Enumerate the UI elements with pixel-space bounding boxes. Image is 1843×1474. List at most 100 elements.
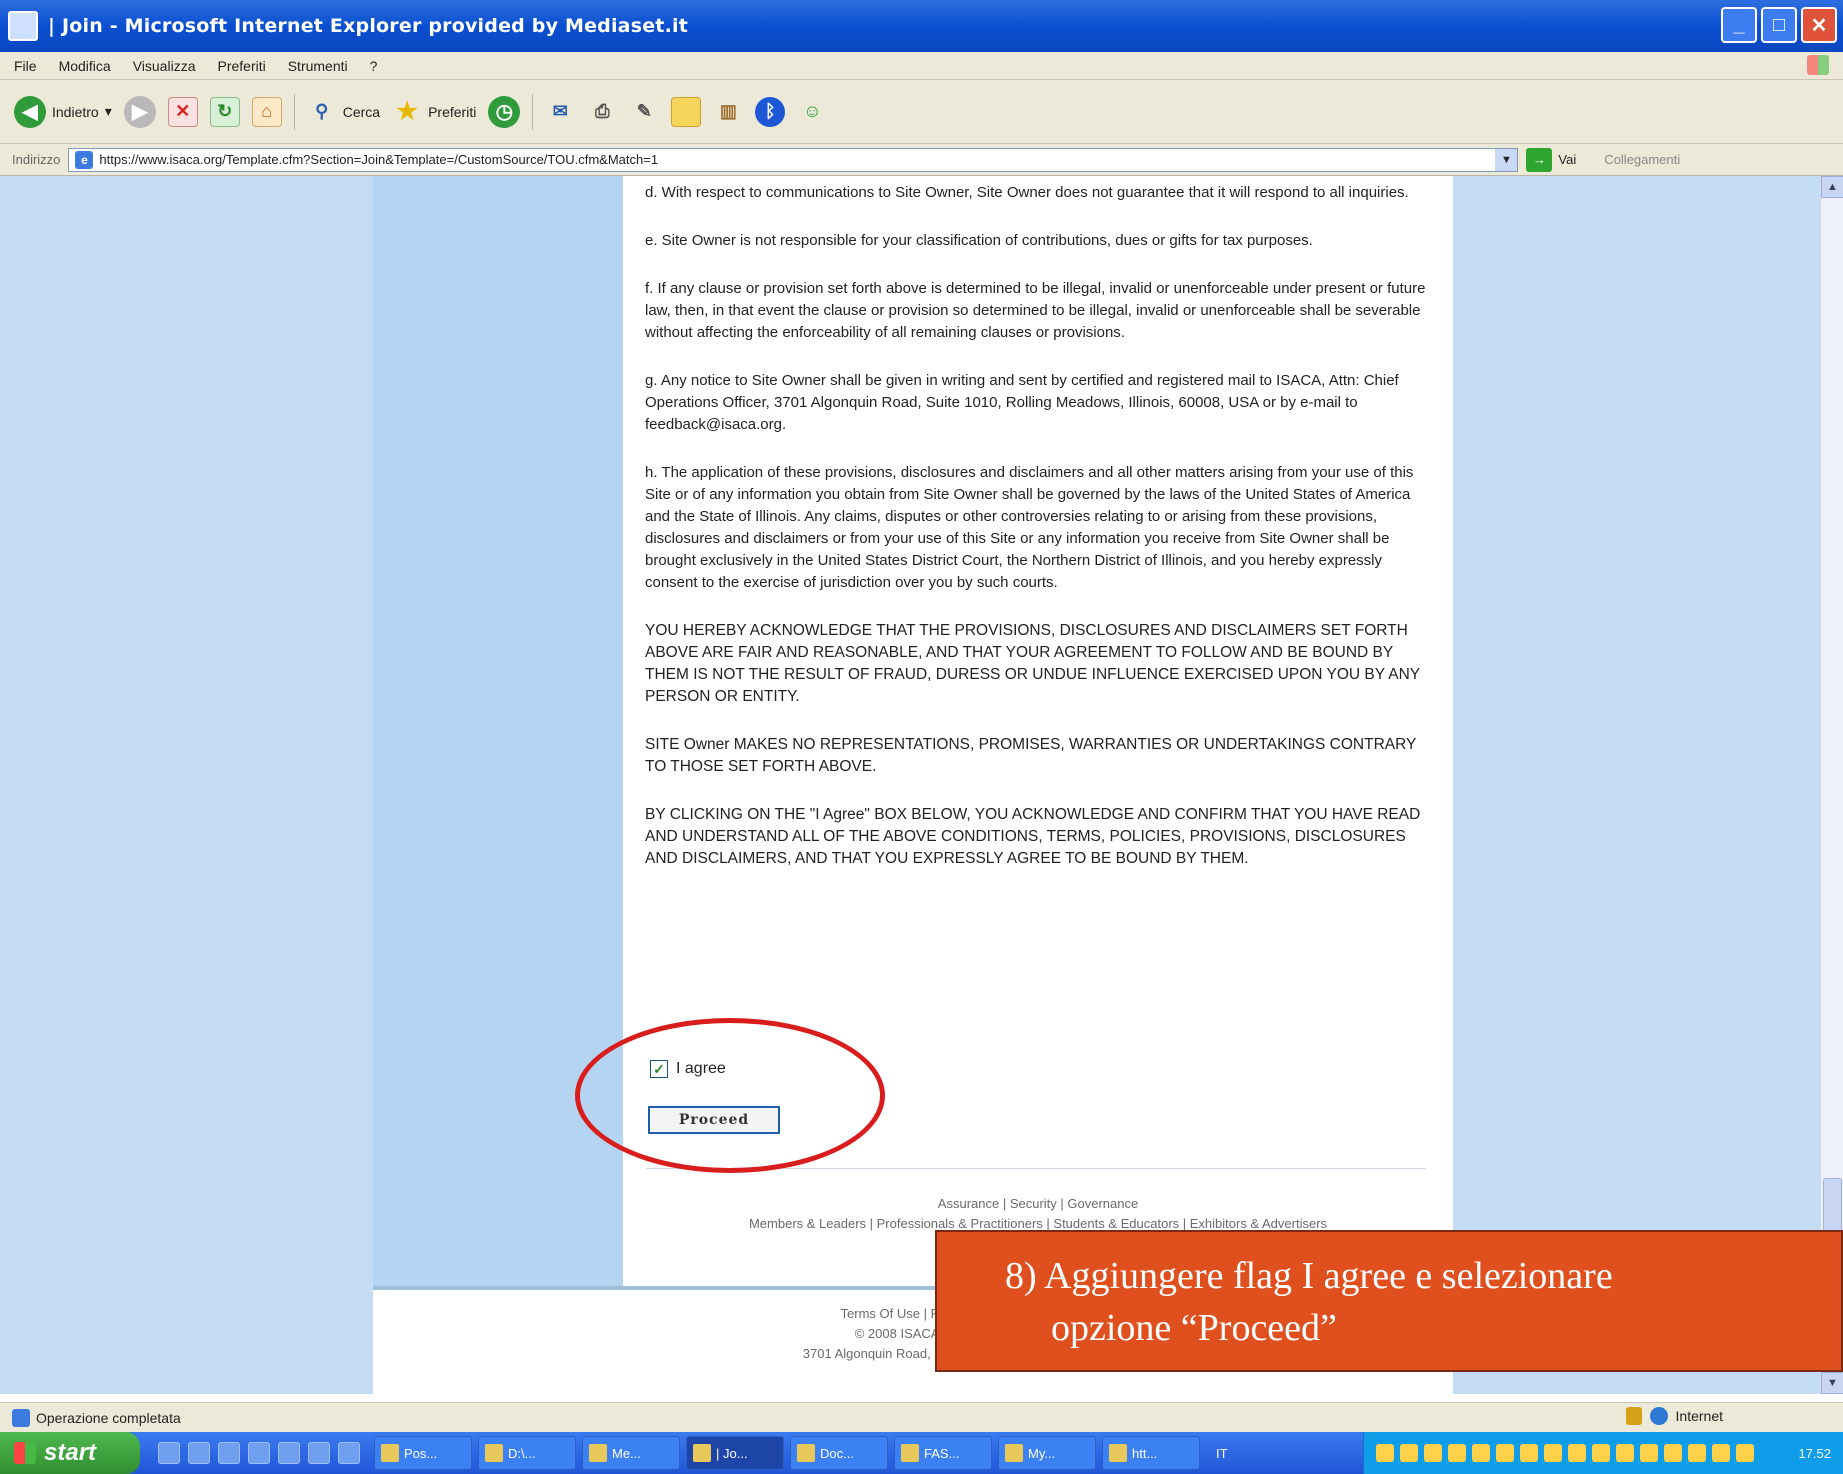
- toolbar-separator: [532, 93, 534, 130]
- quick-launch-icon[interactable]: [278, 1442, 300, 1464]
- ie-app-icon: [8, 11, 38, 41]
- address-bar: Indirizzo e https://www.isaca.org/Templa…: [0, 144, 1843, 176]
- menu-strumenti[interactable]: Strumenti: [288, 58, 348, 74]
- tray-icon[interactable]: [1496, 1444, 1514, 1462]
- tray-icon[interactable]: [1520, 1444, 1538, 1462]
- ie-icon: [1109, 1444, 1127, 1462]
- task-label: Me...: [612, 1445, 641, 1461]
- taskbar-button[interactable]: My...: [998, 1436, 1096, 1470]
- taskbar-button-active[interactable]: | Jo...: [686, 1436, 784, 1470]
- taskbar-button[interactable]: htt...: [1102, 1436, 1200, 1470]
- instruction-callout: 8) Aggiungere flag I agree e selezionare…: [935, 1230, 1843, 1372]
- tray-icon[interactable]: [1424, 1444, 1442, 1462]
- close-button[interactable]: ✕: [1801, 7, 1837, 43]
- task-label: Pos...: [404, 1445, 438, 1461]
- taskbar-button[interactable]: Doc...: [790, 1436, 888, 1470]
- status-text: Operazione completata: [36, 1409, 181, 1426]
- bluetooth-icon[interactable]: ᛒ: [755, 96, 786, 127]
- mail-icon[interactable]: ✉: [545, 97, 575, 127]
- tray-icon[interactable]: [1664, 1444, 1682, 1462]
- back-button[interactable]: ◀ Indietro ▾: [14, 95, 112, 128]
- tray-icon[interactable]: [1400, 1444, 1418, 1462]
- search-button[interactable]: ⚲ Cerca: [307, 97, 380, 127]
- tray-icon[interactable]: [1640, 1444, 1658, 1462]
- quick-launch-icon[interactable]: [308, 1442, 330, 1464]
- tray-icon[interactable]: [1616, 1444, 1634, 1462]
- messenger-icon[interactable]: ☺: [797, 97, 827, 127]
- address-input[interactable]: e https://www.isaca.org/Template.cfm?Sec…: [68, 147, 1519, 172]
- menu-preferiti[interactable]: Preferiti: [217, 58, 265, 74]
- zone-label: Internet: [1675, 1408, 1723, 1424]
- stop-icon[interactable]: ✕: [167, 96, 198, 127]
- home-icon[interactable]: ⌂: [251, 96, 282, 127]
- clock[interactable]: 17.52: [1798, 1446, 1831, 1461]
- task-label: FAS...: [924, 1445, 960, 1461]
- lock-icon: [1625, 1407, 1642, 1425]
- refresh-icon[interactable]: ↻: [209, 96, 240, 127]
- taskbar-button[interactable]: D:\...: [478, 1436, 576, 1470]
- windows-logo-icon: [1807, 55, 1829, 75]
- tray-icon[interactable]: [1376, 1444, 1394, 1462]
- quick-launch-icon[interactable]: [338, 1442, 360, 1464]
- term-e: e. Site Owner is not responsible for you…: [645, 232, 1313, 249]
- tray-icon[interactable]: [1568, 1444, 1586, 1462]
- app-icon: [381, 1444, 399, 1462]
- taskbar-button[interactable]: FAS...: [894, 1436, 992, 1470]
- term-acknowledge: YOU HEREBY ACKNOWLEDGE THAT THE PROVISIO…: [645, 622, 1420, 705]
- scroll-up-icon[interactable]: ▲: [1821, 176, 1843, 198]
- term-g: g. Any notice to Site Owner shall be giv…: [645, 372, 1399, 433]
- quick-launch-icon[interactable]: [248, 1442, 270, 1464]
- go-label: Vai: [1558, 152, 1577, 167]
- favorites-button[interactable]: ★ Preferiti: [392, 97, 476, 127]
- quick-launch-icon[interactable]: [158, 1442, 180, 1464]
- menu-file[interactable]: File: [14, 58, 37, 74]
- research-icon[interactable]: ▥: [713, 97, 743, 127]
- window-controls: _ □ ✕: [1721, 7, 1837, 43]
- links-label[interactable]: Collegamenti: [1604, 152, 1680, 167]
- app-icon: [589, 1444, 607, 1462]
- menu-visualizza[interactable]: Visualizza: [133, 58, 196, 74]
- quick-launch-icon[interactable]: [188, 1442, 210, 1464]
- tray-icon[interactable]: [1736, 1444, 1754, 1462]
- vertical-scrollbar[interactable]: ▲ ▼: [1820, 176, 1843, 1394]
- page-done-icon: [12, 1408, 30, 1427]
- history-icon[interactable]: ◷: [488, 95, 521, 128]
- print-icon[interactable]: ⎙: [587, 97, 617, 127]
- term-no-representations: SITE Owner MAKES NO REPRESENTATIONS, PRO…: [645, 736, 1417, 775]
- language-indicator[interactable]: IT: [1216, 1446, 1228, 1461]
- toolbar-separator: [293, 93, 295, 130]
- tray-icon[interactable]: [1544, 1444, 1562, 1462]
- term-d: d. With respect to communications to Sit…: [645, 184, 1409, 201]
- tray-icon[interactable]: [1592, 1444, 1610, 1462]
- browser-content: d. With respect to communications to Sit…: [0, 176, 1820, 1394]
- star-icon: ★: [396, 98, 418, 125]
- terms-of-use-text: d. With respect to communications to Sit…: [645, 182, 1435, 896]
- toolbar: ◀ Indietro ▾ ▶ ✕ ↻ ⌂ ⚲ Cerca ★ Preferiti…: [0, 80, 1843, 144]
- taskbar-button[interactable]: Pos...: [374, 1436, 472, 1470]
- folder-icon[interactable]: [671, 96, 702, 127]
- menu-help[interactable]: ?: [370, 58, 378, 74]
- status-zone: Internet: [1625, 1407, 1723, 1425]
- task-label: htt...: [1132, 1445, 1158, 1461]
- go-button[interactable]: → Vai: [1526, 147, 1577, 172]
- tray-icon[interactable]: [1472, 1444, 1490, 1462]
- scroll-down-icon[interactable]: ▼: [1821, 1372, 1843, 1394]
- menu-modifica[interactable]: Modifica: [59, 58, 111, 74]
- tray-icon[interactable]: [1712, 1444, 1730, 1462]
- windows-logo-icon: [14, 1442, 36, 1464]
- tray-icon[interactable]: [1448, 1444, 1466, 1462]
- start-button[interactable]: start: [0, 1432, 140, 1474]
- quick-launch-icon[interactable]: [218, 1442, 240, 1464]
- tray-icon[interactable]: [1688, 1444, 1706, 1462]
- favorites-label: Preferiti: [428, 103, 477, 120]
- chevron-down-icon[interactable]: ▾: [105, 103, 112, 120]
- word-icon: [797, 1444, 815, 1462]
- maximize-button[interactable]: □: [1761, 7, 1797, 43]
- back-arrow-icon: ◀: [14, 95, 46, 128]
- taskbar-button[interactable]: Me...: [582, 1436, 680, 1470]
- start-label: start: [44, 1439, 97, 1466]
- forward-button[interactable]: ▶: [123, 95, 156, 128]
- edit-icon[interactable]: ✎: [629, 97, 659, 127]
- address-dropdown-icon[interactable]: ▼: [1495, 148, 1518, 171]
- minimize-button[interactable]: _: [1721, 7, 1757, 43]
